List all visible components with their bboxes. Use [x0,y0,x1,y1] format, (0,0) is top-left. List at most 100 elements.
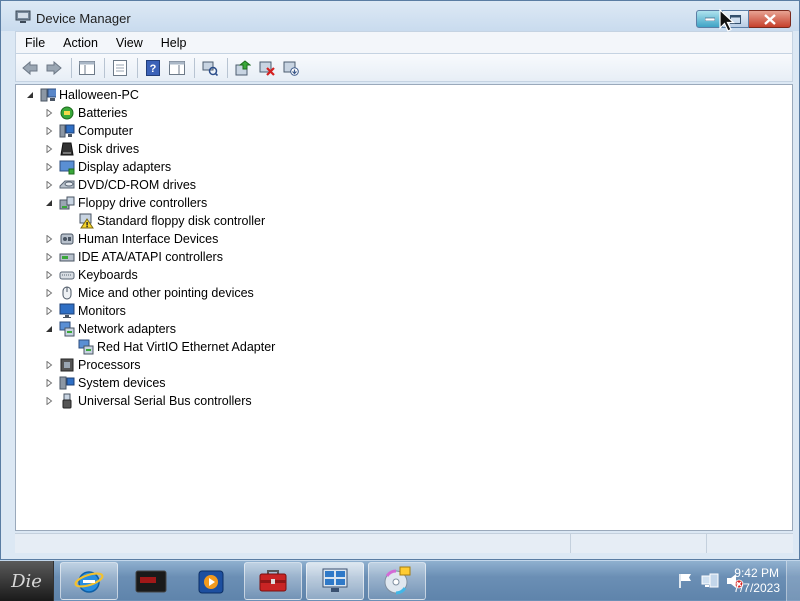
collapsed-arrow-icon[interactable] [43,287,55,299]
hid-icon [59,231,75,247]
display-adapter-icon [59,159,75,175]
menu-action[interactable]: Action [54,33,107,53]
collapsed-arrow-icon[interactable] [43,377,55,389]
collapsed-arrow-icon[interactable] [43,305,55,317]
collapsed-arrow-icon[interactable] [43,161,55,173]
device-tree[interactable]: Halloween-PC Batteries Computer Disk drive… [15,84,793,531]
keyboard-icon [59,267,75,283]
tree-item-label: Standard floppy disk controller [97,214,266,228]
tree-category[interactable]: Human Interface Devices [43,230,218,248]
start-button[interactable]: Die [0,561,54,601]
svg-text:?: ? [150,63,157,75]
network-adapter-icon [78,339,94,355]
tree-category[interactable]: System devices [43,374,166,392]
tree-category[interactable]: Monitors [43,302,126,320]
usb-icon [59,393,75,409]
clock-date: 7/7/2023 [733,581,780,595]
computer-root-icon [40,87,56,103]
uninstall-icon[interactable] [256,57,278,79]
tree-category[interactable]: Disk drives [43,140,139,158]
tree-item-label: Monitors [78,304,126,318]
tree-root[interactable]: Halloween-PC [24,86,139,104]
mouse-icon [59,285,75,301]
status-bar [15,533,793,553]
window-title: Device Manager [36,11,131,26]
device-manager-window: Device Manager File Action View Help ? H… [0,0,800,560]
toolbox-icon[interactable] [244,562,302,600]
collapsed-arrow-icon[interactable] [43,179,55,191]
tree-category[interactable]: Network adapters [43,320,176,338]
network-icon[interactable] [701,573,719,589]
tree-category[interactable]: Computer [43,122,133,140]
back-arrow-icon[interactable] [19,57,41,79]
collapsed-arrow-icon[interactable] [43,251,55,263]
tree-item-label: Universal Serial Bus controllers [78,394,252,408]
show-hide-console-tree-icon[interactable] [76,57,98,79]
help-icon[interactable]: ? [142,57,164,79]
toolbar-separator [137,57,138,78]
disable-icon[interactable] [280,57,302,79]
collapsed-arrow-icon[interactable] [43,269,55,281]
clock[interactable]: 9:42 PM 7/7/2023 [733,566,780,596]
menu-bar: File Action View Help [15,31,793,53]
collapsed-arrow-icon[interactable] [43,107,55,119]
disk-drive-icon [59,141,75,157]
internet-explorer-icon[interactable] [60,562,118,600]
title-bar[interactable]: Device Manager [1,1,799,31]
collapsed-arrow-icon[interactable] [43,125,55,137]
collapsed-arrow-icon[interactable] [43,233,55,245]
menu-view[interactable]: View [107,33,152,53]
tree-category[interactable]: DVD/CD-ROM drives [43,176,196,194]
scan-hardware-icon[interactable] [199,57,221,79]
battery-icon [59,105,75,121]
expanded-arrow-icon[interactable] [24,89,36,101]
status-cell-main [15,534,571,553]
tree-category[interactable]: Processors [43,356,141,374]
control-panel-icon[interactable] [306,562,364,600]
tree-category[interactable]: Keyboards [43,266,138,284]
tree-item-label: Keyboards [78,268,138,282]
tree-category[interactable]: Floppy drive controllers [43,194,207,212]
start-button-label: Die [11,570,42,592]
update-driver-icon[interactable] [232,57,254,79]
device-manager-icon [15,10,31,24]
menu-help[interactable]: Help [152,33,196,53]
tree-item-label: Processors [78,358,141,372]
game-app-icon[interactable] [122,562,180,600]
collapsed-arrow-icon[interactable] [43,395,55,407]
show-desktop-button[interactable] [786,561,800,601]
tree-device[interactable]: Standard floppy disk controller [62,212,265,230]
tree-category[interactable]: Mice and other pointing devices [43,284,254,302]
tree-category[interactable]: Display adapters [43,158,171,176]
status-cell-2 [571,534,707,553]
tree-item-label: Red Hat VirtIO Ethernet Adapter [97,340,276,354]
action-pane-icon[interactable] [166,57,188,79]
tree-item-label: Human Interface Devices [78,232,219,246]
expanded-arrow-icon[interactable] [43,323,55,335]
floppy-controller-icon [59,195,75,211]
tree-device[interactable]: Red Hat VirtIO Ethernet Adapter [62,338,275,356]
tree-item-label: IDE ATA/ATAPI controllers [78,250,223,264]
tree-category[interactable]: Universal Serial Bus controllers [43,392,252,410]
forward-arrow-icon[interactable] [43,57,65,79]
properties-icon[interactable] [109,57,131,79]
tree-item-label: Batteries [78,106,128,120]
collapsed-arrow-icon[interactable] [43,143,55,155]
menu-file[interactable]: File [16,33,54,53]
tree-item-label: System devices [78,376,166,390]
action-center-flag-icon[interactable] [676,573,694,589]
toolbar-separator [194,57,195,78]
tree-category[interactable]: Batteries [43,104,127,122]
close-button[interactable] [749,10,791,28]
collapsed-arrow-icon[interactable] [43,359,55,371]
expanded-arrow-icon[interactable] [43,197,55,209]
warning-device-icon [78,213,94,229]
dvd-maker-icon[interactable] [368,562,426,600]
media-player-icon[interactable] [182,562,240,600]
tree-item-label: Floppy drive controllers [78,196,208,210]
system-devices-icon [59,375,75,391]
mouse-cursor-icon [718,8,738,36]
tree-category[interactable]: IDE ATA/ATAPI controllers [43,248,223,266]
toolbar-separator [104,57,105,78]
